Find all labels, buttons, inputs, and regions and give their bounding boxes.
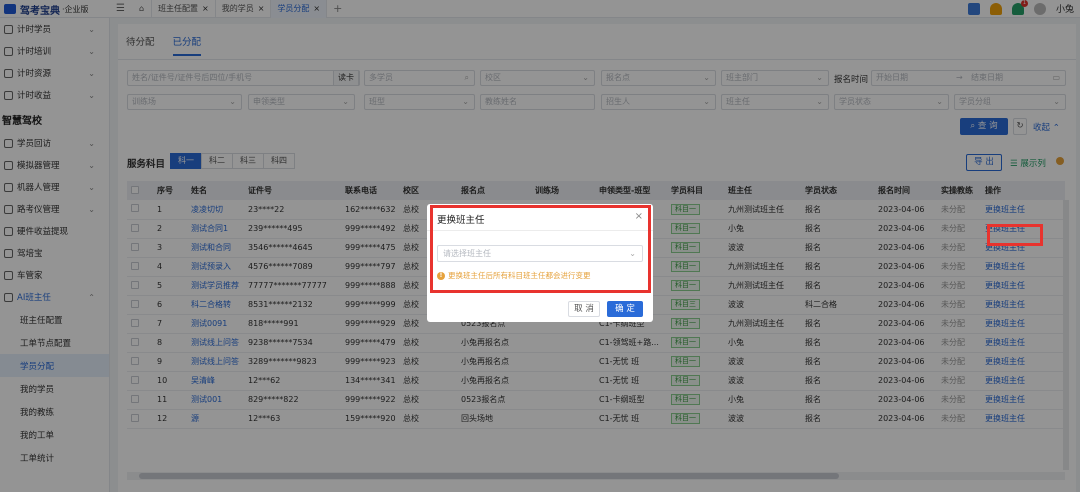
highlight-box-operation — [987, 224, 1043, 246]
confirm-button[interactable]: 确 定 — [607, 301, 643, 317]
highlight-box-dialog — [430, 205, 651, 293]
cancel-button[interactable]: 取 消 — [568, 301, 600, 317]
